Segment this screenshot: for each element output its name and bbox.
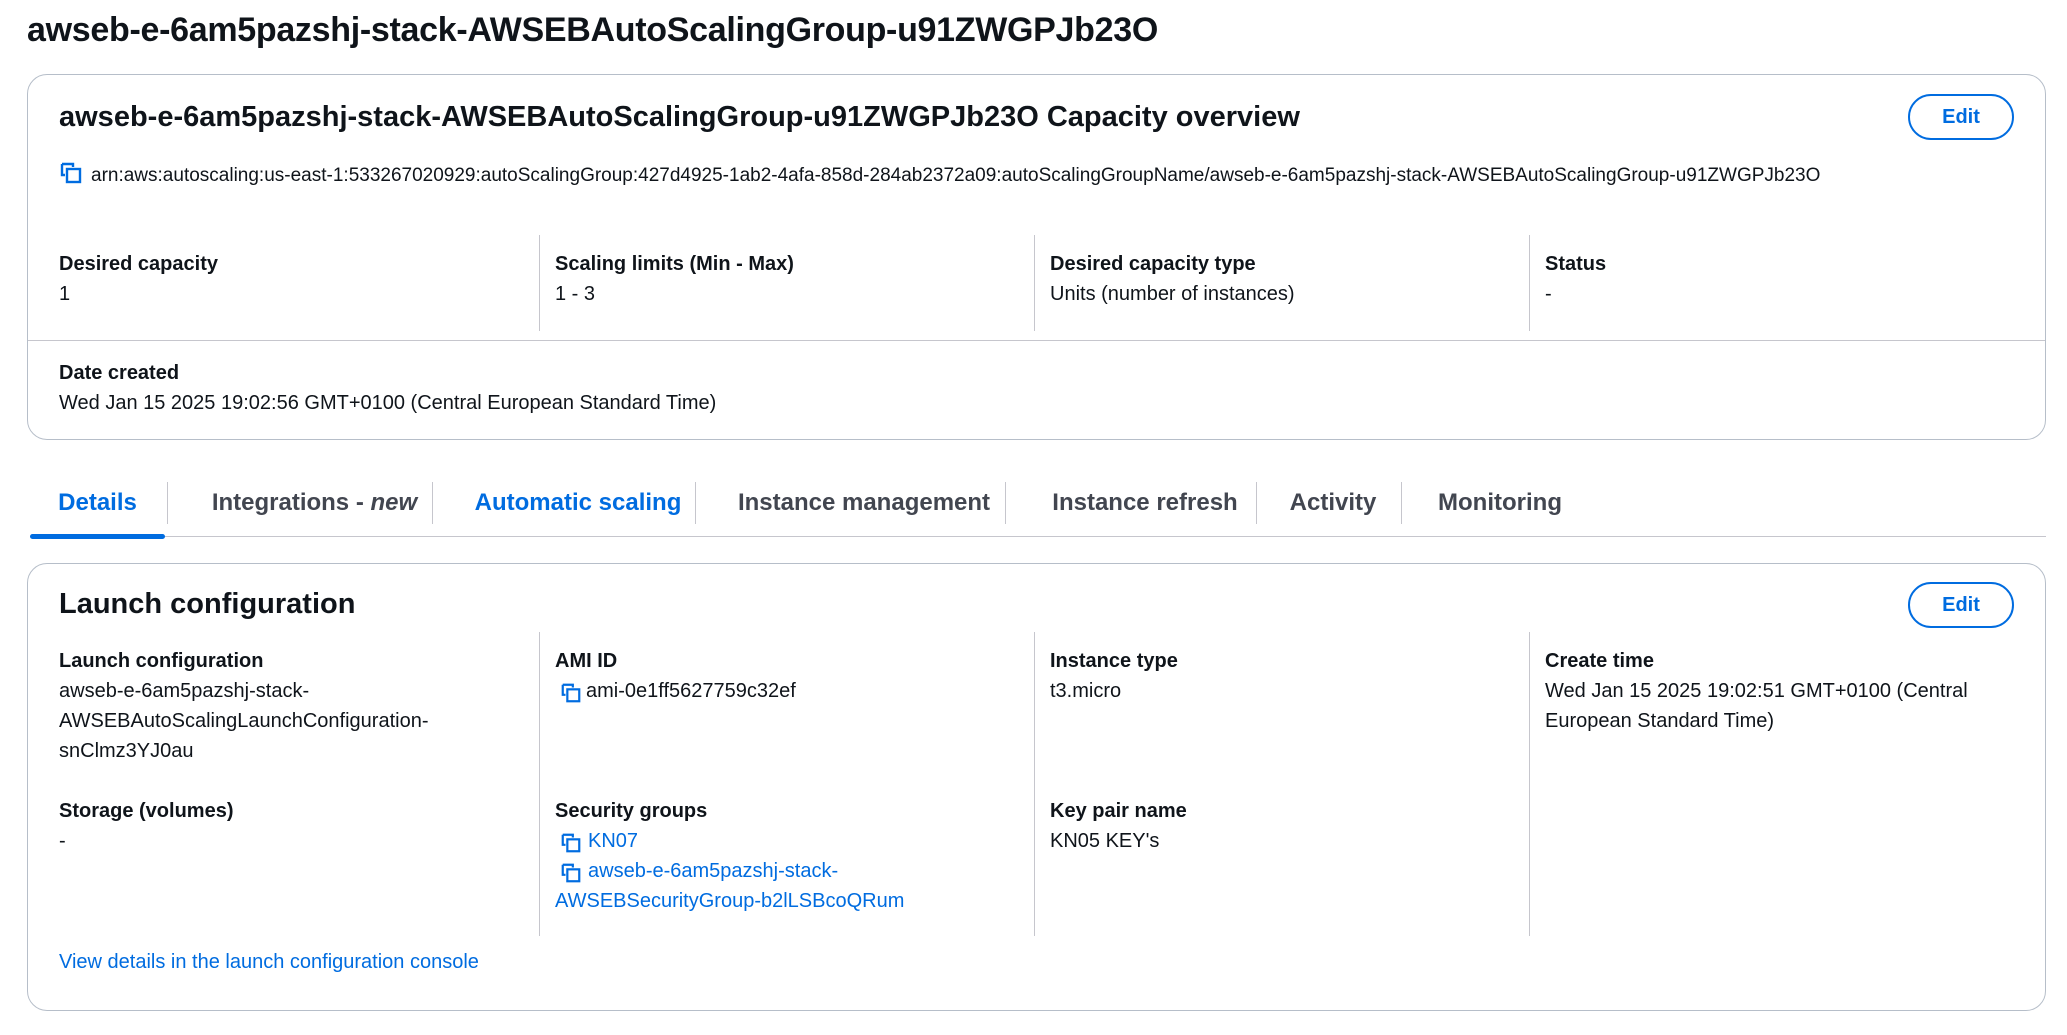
security-group-link[interactable]: awseb-e-6am5pazshj-stack- [555,856,1025,886]
status-field: Status - [1529,235,2009,331]
tab-details[interactable]: Details [30,470,165,539]
tab-monitoring[interactable]: Monitoring [1402,470,1598,536]
tab-automatic-scaling[interactable]: Automatic scaling [433,470,723,536]
scaling-limits-label: Scaling limits (Min - Max) [555,253,794,275]
create-time-value-line: Wed Jan 15 2025 19:02:51 GMT+0100 (Centr… [1545,680,1968,702]
tab-integrations-new-badge: new [370,489,418,516]
ami-id-label: AMI ID [555,650,618,672]
page-title: awseb-e-6am5pazshj-stack-AWSEBAutoScalin… [27,11,1158,49]
column-divider [539,632,540,936]
security-group-name: KN07 [588,830,639,852]
tab-integrations[interactable]: Integrations - new [168,470,461,536]
view-launch-configuration-link[interactable]: View details in the launch configuration… [59,947,859,977]
desired-capacity-field: Desired capacity 1 [59,249,419,319]
instance-type-label: Instance type [1050,650,1178,672]
arn-value: arn:aws:autoscaling:us-east-1:5332670209… [91,165,1821,186]
view-details-field: View details in the launch configuration… [59,947,859,977]
tab-integrations-label: Integrations - [211,489,371,516]
copy-icon[interactable] [560,862,582,884]
create-time-value-line: European Standard Time) [1545,710,1775,732]
tab-activity[interactable]: Activity [1257,470,1409,536]
column-divider [1529,632,1530,936]
tab-bar: Details Integrations - new Automatic sca… [30,470,2046,539]
desired-capacity-type-label: Desired capacity type [1050,253,1256,275]
capacity-overview-card: awseb-e-6am5pazshj-stack-AWSEBAutoScalin… [27,74,2046,440]
launch-configuration-value-line: AWSEBAutoScalingLaunchConfiguration- [59,710,429,732]
copy-icon[interactable] [560,682,582,704]
storage-field: Storage (volumes) - [59,796,499,856]
security-group-name-cont[interactable]: AWSEBSecurityGroup-b2lLSBcoQRum [555,886,1025,916]
desired-capacity-label: Desired capacity [59,253,218,275]
storage-value: - [59,830,66,852]
launch-configuration-label: Launch configuration [59,650,264,672]
storage-label: Storage (volumes) [59,800,234,822]
security-group-link[interactable]: KN07 [555,826,1025,856]
scaling-limits-field: Scaling limits (Min - Max) 1 - 3 [539,235,1019,331]
desired-capacity-type-value: Units (number of instances) [1050,283,1295,305]
desired-capacity-type-field: Desired capacity type Units (number of i… [1034,235,1514,331]
tab-instance-refresh[interactable]: Instance refresh [1006,470,1284,536]
copy-icon[interactable] [560,832,582,854]
instance-type-field: Instance type t3.micro [1050,646,1510,706]
divider [28,340,2045,341]
launch-configuration-field: Launch configuration awseb-e-6am5pazshj-… [59,646,499,766]
capacity-overview-title: awseb-e-6am5pazshj-stack-AWSEBAutoScalin… [59,101,1300,133]
status-value: - [1545,283,1552,305]
page: awseb-e-6am5pazshj-stack- AWSEBAutoScalin… [0,0,2067,1035]
security-groups-label: Security groups [555,800,708,822]
arn-row: arn:aws:autoscaling:us-east-1:5332670209… [59,161,2019,191]
key-pair-value: KN05 KEY's [1050,830,1160,852]
ami-id-value-row: ami-0e1ff5627759c32ef [555,676,1015,706]
key-pair-field: Key pair name KN05 KEY's [1050,796,1510,856]
launch-configuration-title: Launch configuration [59,588,356,620]
instance-type-value: t3.micro [1050,680,1122,702]
copy-icon[interactable] [59,161,83,185]
key-pair-label: Key pair name [1050,800,1187,822]
date-created-field: Date created Wed Jan 15 2025 19:02:56 GM… [59,358,1259,418]
tab-instance-management[interactable]: Instance management [696,470,1032,536]
column-divider [1034,632,1035,936]
ami-id-field: AMI ID ami-0e1ff5627759c32ef [555,646,1015,706]
date-created-value: Wed Jan 15 2025 19:02:56 GMT+0100 (Centr… [59,392,717,414]
ami-id-value: ami-0e1ff5627759c32ef [586,680,796,702]
capacity-edit-button[interactable]: Edit [1908,94,2014,140]
status-label: Status [1545,253,1607,275]
launch-edit-button[interactable]: Edit [1908,582,2014,628]
launch-configuration-card: Launch configuration Edit Launch configu… [27,563,2046,1011]
create-time-field: Create time Wed Jan 15 2025 19:02:51 GMT… [1545,646,2025,736]
date-created-label: Date created [59,362,180,384]
security-group-name: awseb-e-6am5pazshj-stack- [588,860,839,882]
security-groups-field: Security groups KN07 awseb-e-6am5pazshj-… [555,796,1025,916]
create-time-label: Create time [1545,650,1654,672]
scaling-limits-value: 1 - 3 [555,283,596,305]
launch-configuration-value-line: awseb-e-6am5pazshj-stack- [59,680,310,702]
desired-capacity-value: 1 [59,283,71,305]
launch-configuration-value-line: snClmz3YJ0au [59,740,194,762]
